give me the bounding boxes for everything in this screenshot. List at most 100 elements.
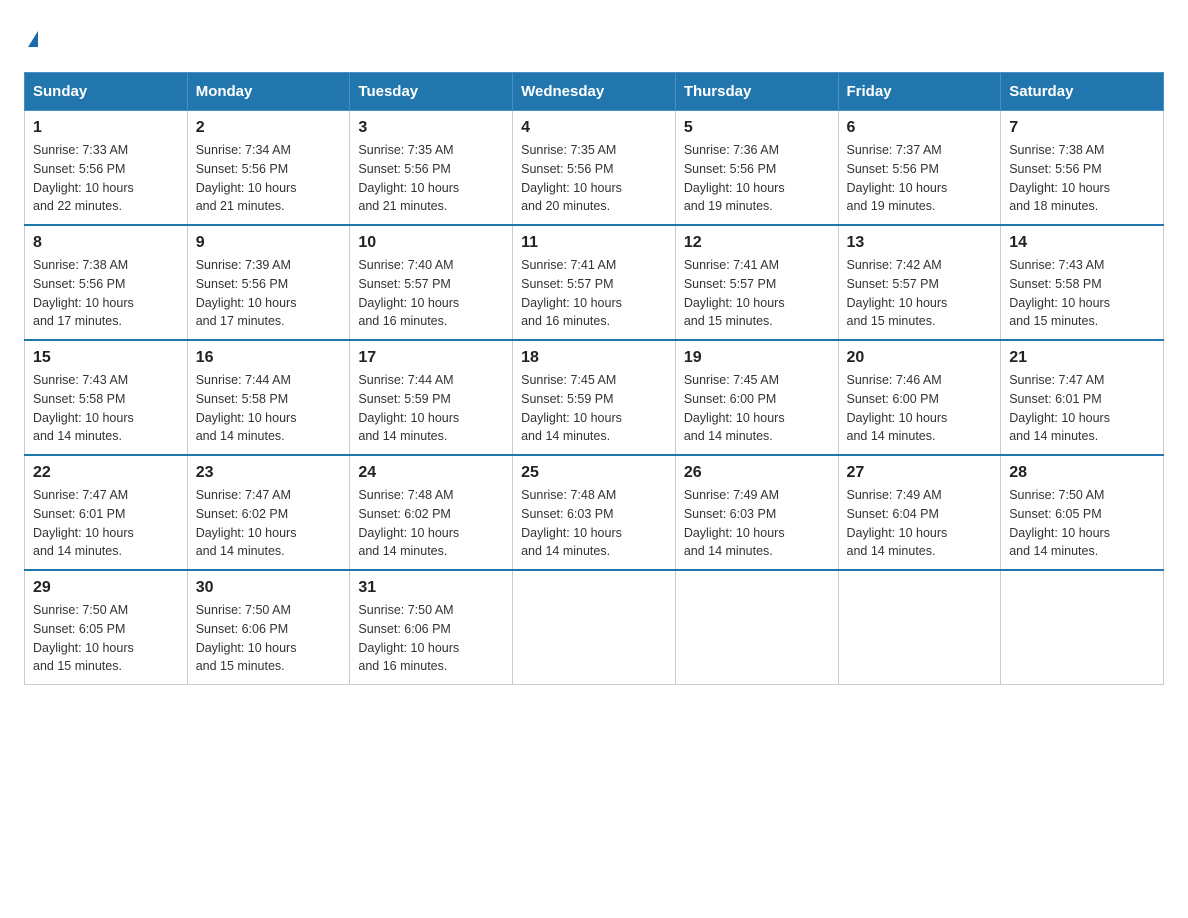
day-info: Sunrise: 7:49 AMSunset: 6:03 PMDaylight:… [684,486,830,561]
calendar-cell: 9 Sunrise: 7:39 AMSunset: 5:56 PMDaylight… [187,225,350,340]
calendar-cell: 6 Sunrise: 7:37 AMSunset: 5:56 PMDaylight… [838,111,1001,226]
day-number: 11 [521,234,667,252]
calendar-cell: 3 Sunrise: 7:35 AMSunset: 5:56 PMDaylight… [350,111,513,226]
day-info: Sunrise: 7:50 AMSunset: 6:06 PMDaylight:… [196,601,342,676]
calendar-cell: 11 Sunrise: 7:41 AMSunset: 5:57 PMDayligh… [513,225,676,340]
day-number: 22 [33,464,179,482]
day-number: 12 [684,234,830,252]
day-info: Sunrise: 7:37 AMSunset: 5:56 PMDaylight:… [847,141,993,216]
day-number: 30 [196,579,342,597]
calendar-cell: 31 Sunrise: 7:50 AMSunset: 6:06 PMDayligh… [350,570,513,685]
calendar-cell: 1 Sunrise: 7:33 AMSunset: 5:56 PMDaylight… [25,111,188,226]
calendar-cell: 18 Sunrise: 7:45 AMSunset: 5:59 PMDayligh… [513,340,676,455]
day-number: 18 [521,349,667,367]
day-number: 1 [33,119,179,137]
day-number: 15 [33,349,179,367]
calendar-week-row: 8Sunrise: 7:38 AMSunset: 5:56 PMDaylight… [25,225,1164,340]
calendar-week-row: 15 Sunrise: 7:43 AMSunset: 5:58 PMDayligh… [25,340,1164,455]
calendar-cell: 21Sunrise: 7:47 AMSunset: 6:01 PMDayligh… [1001,340,1164,455]
calendar-cell: 15 Sunrise: 7:43 AMSunset: 5:58 PMDayligh… [25,340,188,455]
day-info: Sunrise: 7:34 AMSunset: 5:56 PMDaylight:… [196,141,342,216]
day-info: Sunrise: 7:41 AMSunset: 5:57 PMDaylight:… [684,256,830,331]
day-info: Sunrise: 7:41 AMSunset: 5:57 PMDaylight:… [521,256,667,331]
calendar-week-row: 1 Sunrise: 7:33 AMSunset: 5:56 PMDaylight… [25,111,1164,226]
day-info: Sunrise: 7:38 AMSunset: 5:56 PMDaylight:… [33,256,179,331]
day-info: Sunrise: 7:48 AMSunset: 6:02 PMDaylight:… [358,486,504,561]
day-info: Sunrise: 7:35 AMSunset: 5:56 PMDaylight:… [358,141,504,216]
calendar-cell: 17 Sunrise: 7:44 AMSunset: 5:59 PMDayligh… [350,340,513,455]
day-info: Sunrise: 7:33 AMSunset: 5:56 PMDaylight:… [33,141,179,216]
calendar-cell [1001,570,1164,685]
day-number: 28 [1009,464,1155,482]
weekday-header-thursday: Thursday [675,73,838,111]
calendar-cell: 29 Sunrise: 7:50 AMSunset: 6:05 PMDayligh… [25,570,188,685]
day-number: 25 [521,464,667,482]
calendar-cell: 28 Sunrise: 7:50 AMSunset: 6:05 PMDayligh… [1001,455,1164,570]
day-info: Sunrise: 7:43 AMSunset: 5:58 PMDaylight:… [1009,256,1155,331]
weekday-header-monday: Monday [187,73,350,111]
day-number: 3 [358,119,504,137]
day-number: 14 [1009,234,1155,252]
day-info: Sunrise: 7:43 AMSunset: 5:58 PMDaylight:… [33,371,179,446]
day-info: Sunrise: 7:50 AMSunset: 6:05 PMDaylight:… [1009,486,1155,561]
calendar-cell: 8Sunrise: 7:38 AMSunset: 5:56 PMDaylight… [25,225,188,340]
page-header [24,24,1164,52]
day-info: Sunrise: 7:44 AMSunset: 5:59 PMDaylight:… [358,371,504,446]
calendar-cell: 5Sunrise: 7:36 AMSunset: 5:56 PMDaylight… [675,111,838,226]
calendar-cell: 14 Sunrise: 7:43 AMSunset: 5:58 PMDayligh… [1001,225,1164,340]
day-number: 23 [196,464,342,482]
day-info: Sunrise: 7:46 AMSunset: 6:00 PMDaylight:… [847,371,993,446]
calendar-cell: 27Sunrise: 7:49 AMSunset: 6:04 PMDayligh… [838,455,1001,570]
day-info: Sunrise: 7:47 AMSunset: 6:01 PMDaylight:… [33,486,179,561]
calendar-cell: 22 Sunrise: 7:47 AMSunset: 6:01 PMDayligh… [25,455,188,570]
calendar-cell [838,570,1001,685]
day-number: 4 [521,119,667,137]
day-number: 26 [684,464,830,482]
day-info: Sunrise: 7:42 AMSunset: 5:57 PMDaylight:… [847,256,993,331]
day-number: 2 [196,119,342,137]
day-number: 16 [196,349,342,367]
weekday-header-tuesday: Tuesday [350,73,513,111]
day-number: 10 [358,234,504,252]
weekday-header-sunday: Sunday [25,73,188,111]
weekday-header-friday: Friday [838,73,1001,111]
calendar-week-row: 29 Sunrise: 7:50 AMSunset: 6:05 PMDayligh… [25,570,1164,685]
day-info: Sunrise: 7:45 AMSunset: 6:00 PMDaylight:… [684,371,830,446]
logo-triangle-icon [28,31,38,47]
calendar-cell: 13Sunrise: 7:42 AMSunset: 5:57 PMDayligh… [838,225,1001,340]
logo-general-line [24,24,38,52]
calendar-cell: 2 Sunrise: 7:34 AMSunset: 5:56 PMDaylight… [187,111,350,226]
calendar-week-row: 22 Sunrise: 7:47 AMSunset: 6:01 PMDayligh… [25,455,1164,570]
day-number: 17 [358,349,504,367]
day-number: 31 [358,579,504,597]
calendar-cell: 10Sunrise: 7:40 AMSunset: 5:57 PMDayligh… [350,225,513,340]
day-info: Sunrise: 7:48 AMSunset: 6:03 PMDaylight:… [521,486,667,561]
day-info: Sunrise: 7:47 AMSunset: 6:01 PMDaylight:… [1009,371,1155,446]
calendar-cell: 16Sunrise: 7:44 AMSunset: 5:58 PMDayligh… [187,340,350,455]
calendar-cell [513,570,676,685]
calendar-cell [675,570,838,685]
calendar-cell: 30 Sunrise: 7:50 AMSunset: 6:06 PMDayligh… [187,570,350,685]
day-number: 9 [196,234,342,252]
day-number: 29 [33,579,179,597]
day-info: Sunrise: 7:35 AMSunset: 5:56 PMDaylight:… [521,141,667,216]
weekday-header-saturday: Saturday [1001,73,1164,111]
day-info: Sunrise: 7:39 AMSunset: 5:56 PMDaylight:… [196,256,342,331]
day-info: Sunrise: 7:49 AMSunset: 6:04 PMDaylight:… [847,486,993,561]
day-info: Sunrise: 7:50 AMSunset: 6:06 PMDaylight:… [358,601,504,676]
calendar-cell: 23Sunrise: 7:47 AMSunset: 6:02 PMDayligh… [187,455,350,570]
day-number: 24 [358,464,504,482]
day-info: Sunrise: 7:50 AMSunset: 6:05 PMDaylight:… [33,601,179,676]
calendar-cell: 7 Sunrise: 7:38 AMSunset: 5:56 PMDaylight… [1001,111,1164,226]
day-number: 7 [1009,119,1155,137]
weekday-header-wednesday: Wednesday [513,73,676,111]
day-number: 6 [847,119,993,137]
day-info: Sunrise: 7:38 AMSunset: 5:56 PMDaylight:… [1009,141,1155,216]
day-info: Sunrise: 7:45 AMSunset: 5:59 PMDaylight:… [521,371,667,446]
calendar-table: SundayMondayTuesdayWednesdayThursdayFrid… [24,72,1164,685]
calendar-cell: 26 Sunrise: 7:49 AMSunset: 6:03 PMDayligh… [675,455,838,570]
day-number: 19 [684,349,830,367]
calendar-cell: 12 Sunrise: 7:41 AMSunset: 5:57 PMDayligh… [675,225,838,340]
day-number: 5 [684,119,830,137]
weekday-header-row: SundayMondayTuesdayWednesdayThursdayFrid… [25,73,1164,111]
